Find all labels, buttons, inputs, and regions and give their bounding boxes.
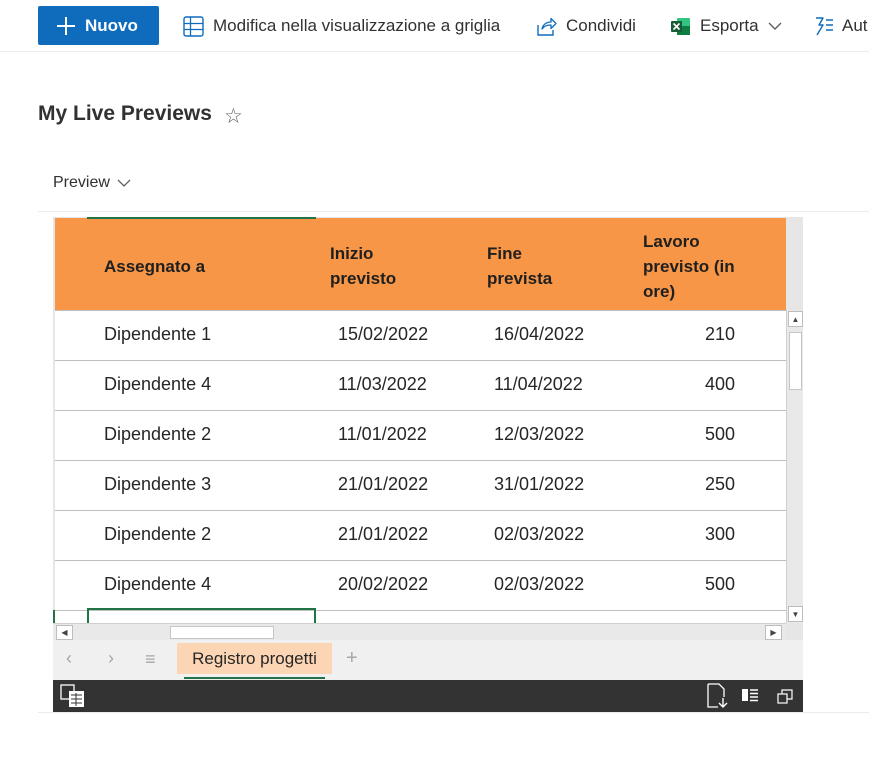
automate-button[interactable]: Aut <box>814 13 868 39</box>
plus-icon <box>57 16 75 35</box>
new-button[interactable]: Nuovo <box>38 6 159 45</box>
worksheet-grid[interactable]: Assegnato a Inizio previsto Fine previst… <box>55 218 786 624</box>
table-row[interactable]: Dipendente 4 11/03/2022 11/04/2022 400 <box>55 360 786 410</box>
grid-edit-label: Modifica nella visualizzazione a griglia <box>213 16 501 35</box>
view-selector[interactable]: Preview <box>53 174 131 192</box>
table-row[interactable]: Dipendente 1 15/02/2022 16/04/2022 210 <box>55 310 786 360</box>
scroll-up-icon[interactable]: ▲ <box>788 311 803 327</box>
flow-icon <box>816 16 833 35</box>
chevron-down-icon <box>117 179 131 187</box>
cell-start[interactable]: 15/02/2022 <box>338 324 428 345</box>
horizontal-scrollbar[interactable]: ◀ ▶ <box>53 623 786 640</box>
vertical-scrollbar[interactable]: ▲ ▼ <box>786 310 803 623</box>
horizontal-scroll-thumb[interactable] <box>170 626 274 639</box>
export-button[interactable]: Esporta <box>670 13 782 39</box>
cell-start[interactable]: 21/01/2022 <box>338 524 428 545</box>
cell-end[interactable]: 02/03/2022 <box>494 524 584 545</box>
sheet-list-icon[interactable]: ≡ <box>145 649 156 670</box>
cell-hours[interactable]: 300 <box>705 524 735 545</box>
cell-start[interactable]: 21/01/2022 <box>338 474 428 495</box>
scroll-down-icon[interactable]: ▼ <box>788 606 803 622</box>
automate-label: Aut <box>842 16 868 35</box>
cell-end[interactable]: 12/03/2022 <box>494 424 584 445</box>
cell-selection-outline <box>87 608 316 610</box>
download-file-icon[interactable] <box>706 683 730 714</box>
table-row[interactable]: Dipendente 2 11/01/2022 12/03/2022 500 <box>55 410 786 460</box>
cell-assignee[interactable]: Dipendente 3 <box>104 474 211 495</box>
cell-hours[interactable]: 250 <box>705 474 735 495</box>
favorite-star-icon[interactable]: ☆ <box>224 104 243 129</box>
divider <box>38 712 869 713</box>
scroll-left-icon[interactable]: ◀ <box>56 625 73 640</box>
cell-end[interactable]: 16/04/2022 <box>494 324 584 345</box>
cell-assignee[interactable]: Dipendente 4 <box>104 574 211 595</box>
page-title: My Live Previews <box>38 102 212 125</box>
table-row[interactable] <box>55 610 786 624</box>
workbook-icon[interactable] <box>60 684 86 713</box>
cell-start[interactable]: 11/01/2022 <box>338 424 427 445</box>
column-header-assignee[interactable]: Assegnato a <box>104 254 205 279</box>
chevron-down-icon <box>768 22 782 30</box>
add-sheet-icon[interactable]: + <box>346 647 358 670</box>
cell-assignee[interactable]: Dipendente 1 <box>104 324 211 345</box>
next-sheet-icon[interactable]: › <box>108 648 114 669</box>
excel-preview: Assegnato a Inizio previsto Fine previst… <box>53 217 803 712</box>
new-button-label: Nuovo <box>85 15 138 35</box>
cell-hours[interactable]: 400 <box>705 374 735 395</box>
prev-sheet-icon[interactable]: ‹ <box>66 648 72 669</box>
table-row[interactable]: Dipendente 2 21/01/2022 02/03/2022 300 <box>55 510 786 560</box>
sheet-tab-registro-progetti[interactable]: Registro progetti <box>177 643 332 674</box>
column-header-start[interactable]: Inizio previsto <box>330 241 396 291</box>
excel-icon <box>671 17 690 35</box>
share-icon <box>537 17 557 36</box>
grid-icon <box>183 15 204 37</box>
reading-view-icon[interactable] <box>741 687 759 708</box>
cell-selection-outline <box>314 610 316 624</box>
column-header-hours[interactable]: Lavoro previsto (in ore) <box>643 229 735 304</box>
cell-start[interactable]: 20/02/2022 <box>338 574 428 595</box>
scroll-right-icon[interactable]: ▶ <box>765 625 782 640</box>
sheet-tab-label: Registro progetti <box>192 648 317 668</box>
cell-end[interactable]: 02/03/2022 <box>494 574 584 595</box>
column-header-end[interactable]: Fine prevista <box>487 241 552 291</box>
table-header: Assegnato a Inizio previsto Fine previst… <box>55 218 786 310</box>
export-label: Esporta <box>700 16 759 35</box>
sheet-tab-bar: ‹ › ≡ Registro progetti + <box>53 640 803 680</box>
cell-selection-outline <box>87 610 89 624</box>
vertical-scroll-thumb[interactable] <box>789 332 802 390</box>
table-row[interactable]: Dipendente 3 21/01/2022 31/01/2022 250 <box>55 460 786 510</box>
cell-selection-outline <box>53 610 55 624</box>
cell-hours[interactable]: 500 <box>705 574 735 595</box>
view-selector-label: Preview <box>53 174 110 191</box>
command-bar: Nuovo Modifica nella visualizzazione a g… <box>0 0 869 52</box>
cell-end[interactable]: 31/01/2022 <box>494 474 584 495</box>
cell-assignee[interactable]: Dipendente 4 <box>104 374 211 395</box>
table-row[interactable]: Dipendente 4 20/02/2022 02/03/2022 500 <box>55 560 786 610</box>
share-button[interactable]: Condividi <box>536 13 636 39</box>
cell-assignee[interactable]: Dipendente 2 <box>104 424 211 445</box>
cell-selection-outline <box>87 217 316 219</box>
divider <box>38 211 869 212</box>
active-tab-indicator <box>184 677 325 679</box>
status-bar <box>53 680 803 712</box>
popout-icon[interactable] <box>777 688 793 709</box>
cell-start[interactable]: 11/03/2022 <box>338 374 427 395</box>
cell-end[interactable]: 11/04/2022 <box>494 374 583 395</box>
cell-hours[interactable]: 500 <box>705 424 735 445</box>
cell-assignee[interactable]: Dipendente 2 <box>104 524 211 545</box>
share-label: Condividi <box>566 16 636 35</box>
grid-edit-button[interactable]: Modifica nella visualizzazione a griglia <box>183 13 500 39</box>
cell-hours[interactable]: 210 <box>705 324 735 345</box>
